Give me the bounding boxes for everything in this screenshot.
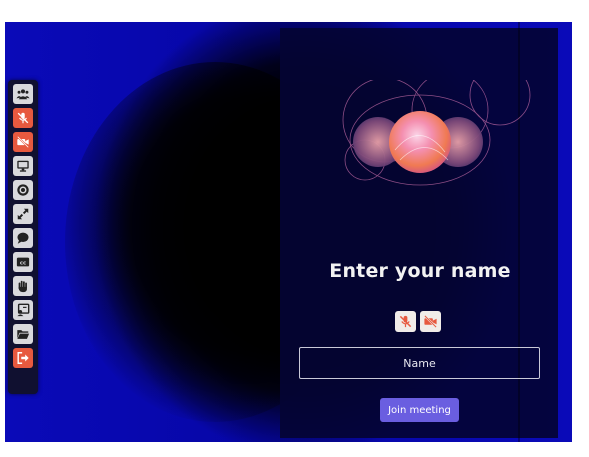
camera-off-icon [17,136,29,148]
record-button[interactable] [13,180,33,200]
files-button[interactable] [13,324,33,344]
camera-button[interactable] [13,132,33,152]
microphone-muted-icon [399,315,412,328]
captions-icon: cc [16,257,30,267]
chat-button[interactable] [13,228,33,248]
fullscreen-button[interactable] [13,204,33,224]
screen-share-icon [17,160,29,172]
leave-icon [17,352,29,364]
whiteboard-button[interactable] [13,300,33,320]
microphone-muted-icon [17,112,29,124]
captions-button[interactable]: cc [13,252,33,272]
media-controls [395,311,441,332]
mic-toggle[interactable] [395,311,416,332]
raise-hand-icon [18,280,27,293]
camera-toggle[interactable] [420,311,441,332]
whiteboard-icon [17,303,30,317]
mute-button[interactable] [13,108,33,128]
fullscreen-icon [17,208,29,220]
orb-illustration [342,80,531,186]
page-title: Enter your name [329,260,511,282]
captions-text: cc [20,260,26,266]
name-input[interactable] [299,347,540,379]
chat-icon [17,232,29,244]
folder-icon [17,330,30,339]
participants-button[interactable] [13,84,33,104]
meeting-toolbar: cc [8,80,38,394]
join-meeting-button[interactable]: Join meeting [380,398,459,422]
raise-hand-button[interactable] [13,276,33,296]
participants-icon [16,89,30,100]
camera-off-icon [424,315,437,328]
screen-share-button[interactable] [13,156,33,176]
leave-button[interactable] [13,348,33,368]
record-icon [17,184,29,196]
